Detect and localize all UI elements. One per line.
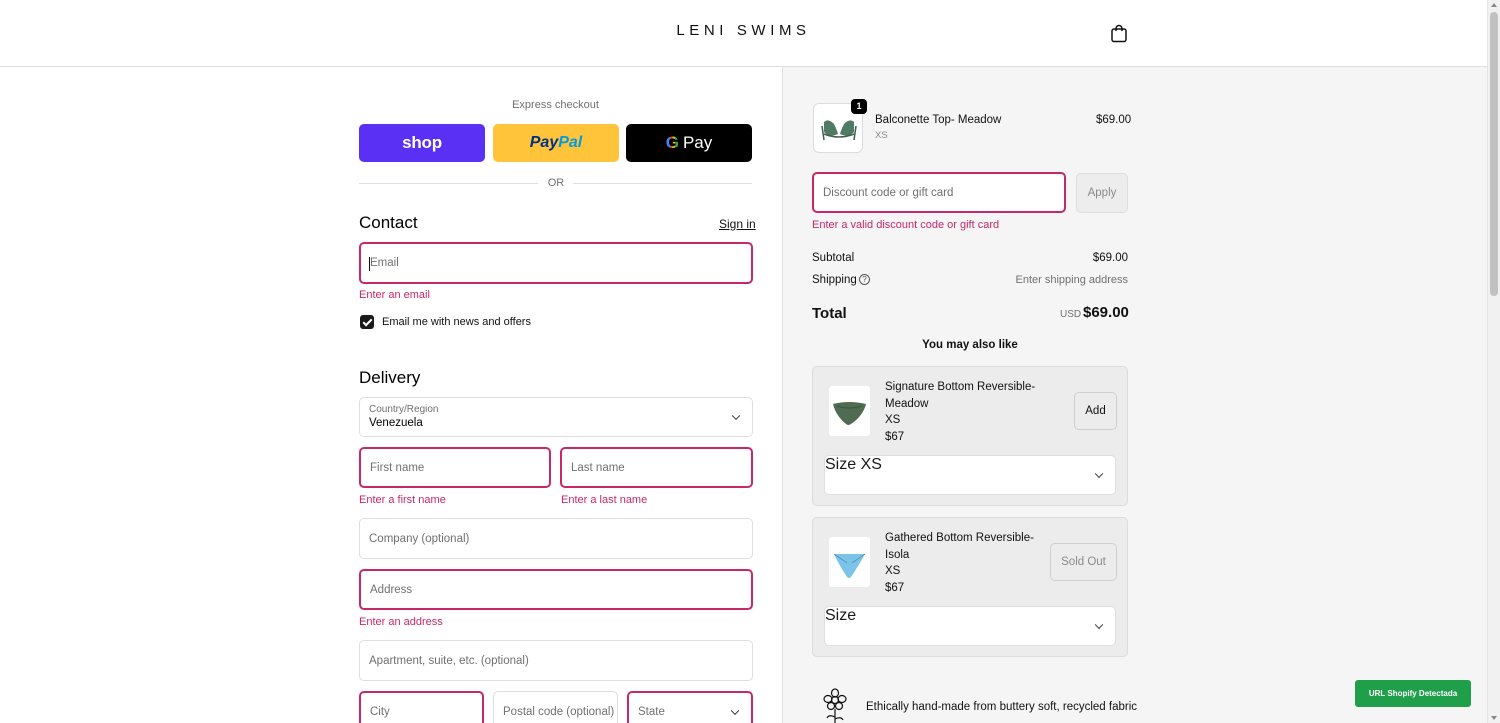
site-header: LENI SWIMS [0,0,1487,67]
recommendation-name: Signature Bottom Reversible-Meadow [885,381,1036,410]
email-field[interactable]: Email [359,242,753,284]
state-select[interactable]: State [627,691,753,723]
product-variant: XS [875,130,888,141]
product-name: Balconette Top- Meadow [875,114,1002,126]
bikini-bottom-image [833,402,866,425]
gpay-label: Pay [682,133,713,152]
subtotal-label: Subtotal [812,252,855,264]
contact-heading: Contact [359,213,418,232]
apartment-placeholder: Apartment, suite, etc. (optional) [369,654,529,667]
total-label: Total [812,305,847,322]
scroll-up-arrow-icon[interactable] [1491,3,1497,7]
recommendation-info: Gathered Bottom Reversible-Isola XS $67 [885,530,1045,596]
chevron-down-icon [1094,469,1104,479]
last-name-error: Enter a last name [561,494,648,506]
last-name-field[interactable]: Last name [560,447,753,488]
page-scrollbar[interactable] [1487,0,1500,723]
scroll-thumb[interactable] [1490,12,1498,296]
total-value: $69.00 [1083,304,1129,321]
shop-pay-button[interactable]: shop [359,124,485,162]
product-thumbnail [829,537,870,587]
apartment-field[interactable]: Apartment, suite, etc. (optional) [359,640,753,681]
subtotal-value: $69.00 [1092,252,1128,264]
chevron-down-icon [1094,620,1104,630]
ethical-note: Ethically hand-made from buttery soft, r… [866,701,1138,713]
recommendation-size: XS [885,414,901,426]
discount-placeholder: Discount code or gift card [823,186,954,199]
or-divider-left [359,183,538,184]
or-divider-label: OR [547,177,565,189]
delivery-heading: Delivery [359,368,421,387]
country-value: Venezuela [369,417,423,429]
shipping-label: Shipping [812,274,857,286]
first-name-placeholder: First name [370,461,425,474]
add-to-cart-button[interactable]: Add [1074,392,1117,430]
sold-out-button[interactable]: Sold Out [1050,543,1117,581]
address-error: Enter an address [359,616,443,628]
discount-code-field[interactable]: Discount code or gift card [812,172,1066,213]
chevron-down-icon [731,411,741,421]
shopping-bag-icon[interactable] [1110,24,1128,43]
first-name-error: Enter a first name [359,494,446,506]
last-name-placeholder: Last name [571,461,625,474]
recommendation-price: $67 [885,581,905,594]
quantity-badge: 1 [851,99,867,114]
recommendation-price: $67 [885,430,905,443]
city-placeholder: City [370,705,390,718]
recommendation-card: Gathered Bottom Reversible-Isola XS $67 … [812,517,1128,657]
google-pay-button[interactable]: G Pay [626,124,752,162]
express-checkout-label: Express checkout [512,99,599,111]
newsletter-label[interactable]: Email me with news and offers [382,316,531,328]
country-label: Country/Region [369,404,439,415]
company-placeholder: Company (optional) [369,532,470,545]
country-select[interactable]: Country/Region Venezuela [359,397,753,437]
recommendation-name: Gathered Bottom Reversible-Isola [885,532,1034,561]
recommendations-heading: You may also like [922,339,1018,351]
recommendation-info: Signature Bottom Reversible-Meadow XS $6… [885,379,1045,445]
discount-error: Enter a valid discount code or gift card [812,219,1000,231]
newsletter-checkbox[interactable] [360,315,374,329]
google-g-icon: G [665,133,679,152]
state-placeholder: State [638,705,665,718]
size-label: Size [825,607,857,624]
postal-code-field[interactable]: Postal code (optional) [493,691,618,723]
city-field[interactable]: City [359,691,484,723]
company-field[interactable]: Company (optional) [359,518,753,559]
product-price: $69.00 [1096,114,1132,126]
recommendation-card: Signature Bottom Reversible-Meadow XS $6… [812,366,1128,506]
size-value: XS [860,456,882,473]
flower-icon [823,688,847,723]
email-error: Enter an email [359,289,430,301]
paypal-button[interactable]: Pay Pal [493,124,619,162]
first-name-field[interactable]: First name [359,447,551,488]
postal-placeholder: Postal code (optional) [503,705,615,718]
address-placeholder: Address [370,583,413,596]
sign-in-link[interactable]: Sign in [719,217,756,231]
bikini-bottom-image [833,553,866,578]
size-select[interactable]: Size [824,606,1116,646]
apply-discount-button[interactable]: Apply [1076,173,1128,213]
shipping-value: Enter shipping address [1015,274,1128,286]
help-circle-icon[interactable]: ? [859,274,870,285]
total-currency: USD [1060,309,1082,320]
scroll-down-arrow-icon[interactable] [1491,716,1497,720]
size-label: Size [825,456,857,473]
email-placeholder: Email [370,257,399,269]
address-field[interactable]: Address [359,569,753,610]
paypal-logo-pay: Pay [529,134,559,151]
product-thumbnail [829,386,870,436]
brand-logo[interactable]: LENI SWIMS [0,22,1487,39]
recommendation-size: XS [885,565,901,577]
shopify-detected-badge[interactable]: URL Shopify Detectada [1355,680,1471,707]
paypal-logo-pal: Pal [558,134,583,151]
size-select[interactable]: Size XS [824,455,1116,495]
or-divider-right [573,183,752,184]
chevron-down-icon [730,706,740,715]
